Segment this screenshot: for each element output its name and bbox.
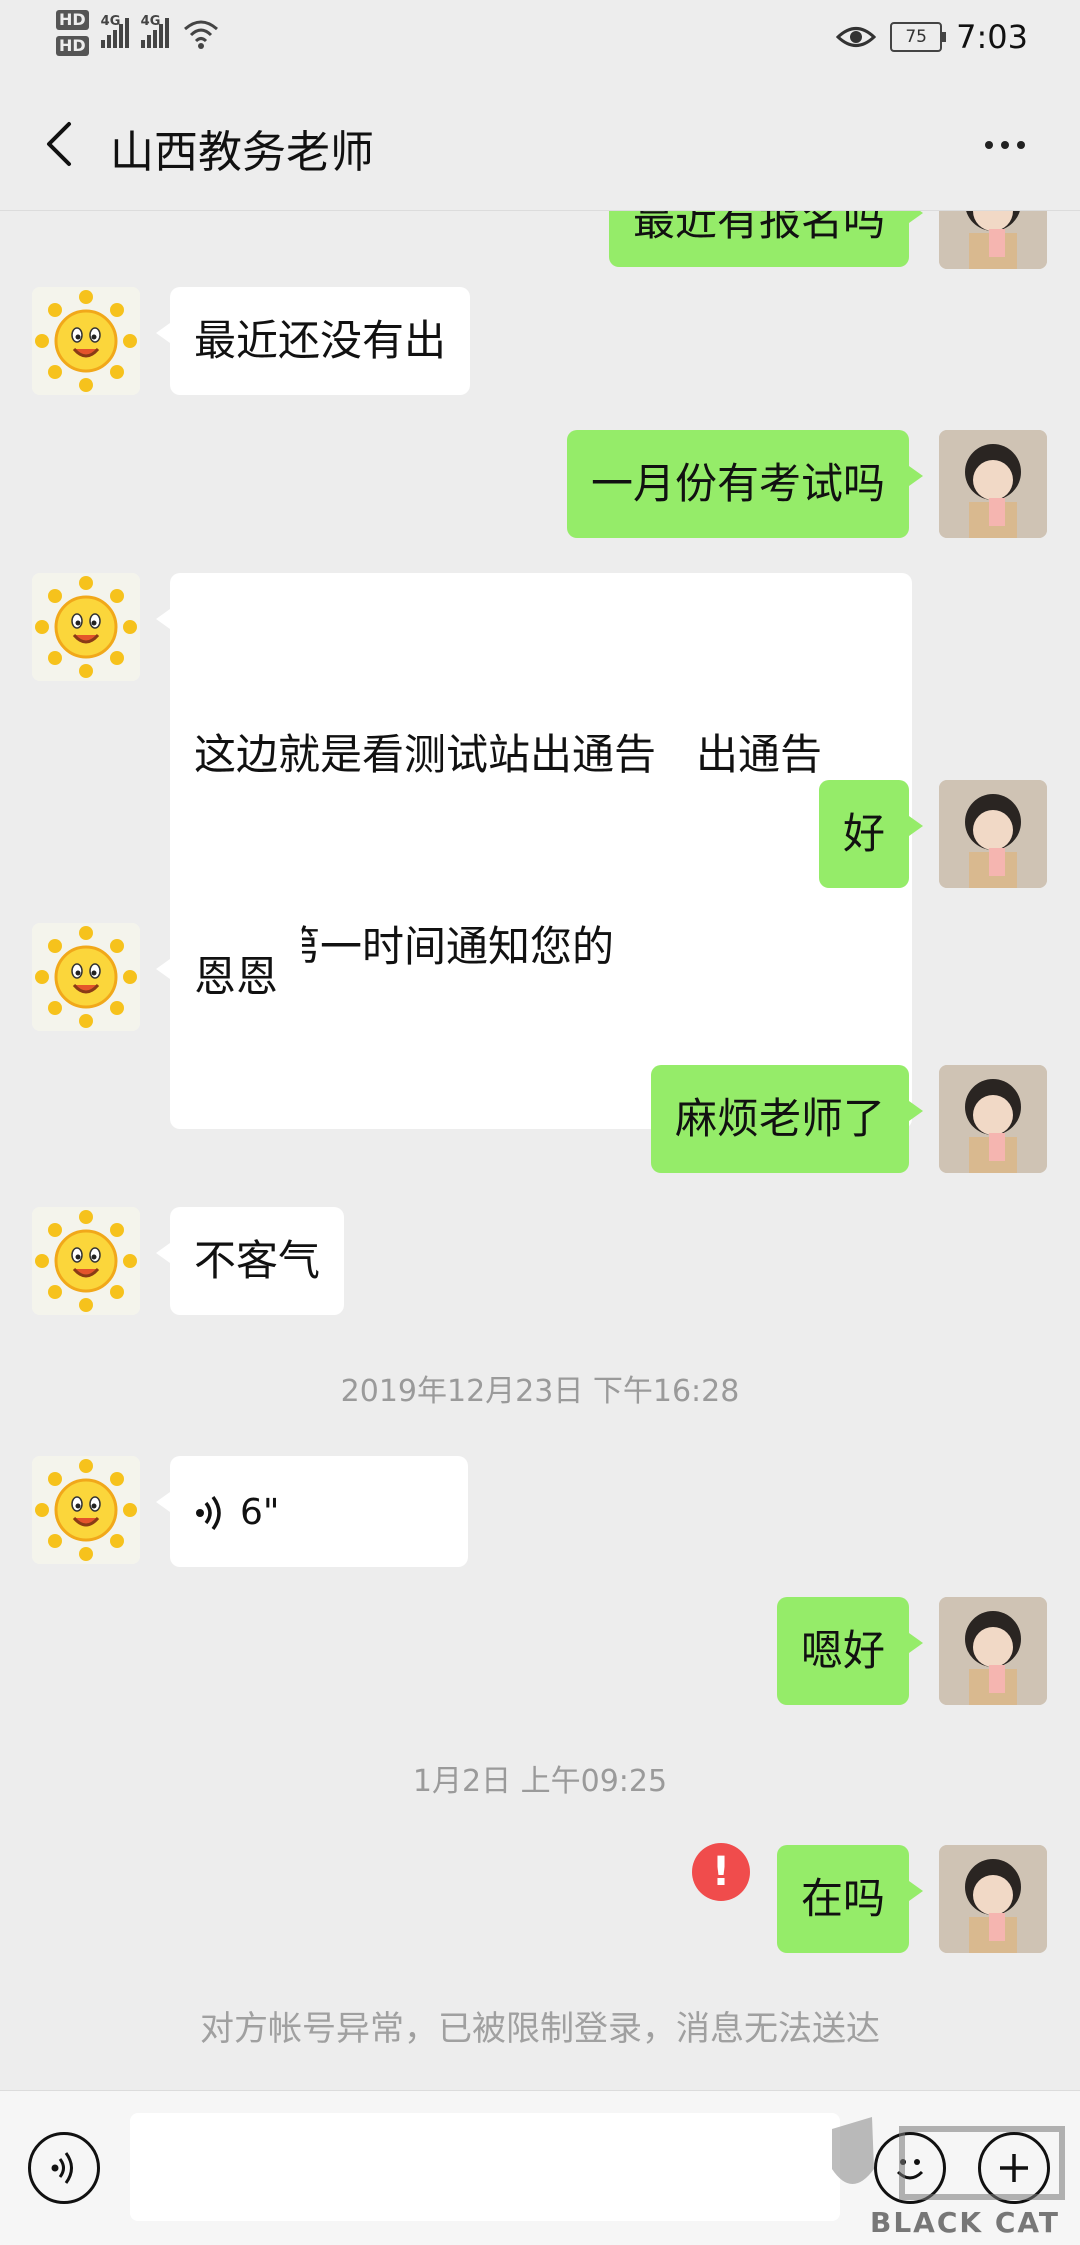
hd-badge-2: HD [56,36,89,56]
message-bubble-incoming[interactable]: 这边就是看测试站出通告 出通告 我会第一时间通知您的 [156,573,912,1129]
message-bubble-outgoing[interactable]: 在吗 [776,1845,924,1953]
child-photo-icon [939,1597,1047,1705]
message-text: 最近有报名吗 [632,211,885,245]
avatar-contact[interactable] [32,573,140,681]
message-bubble-outgoing[interactable]: 麻烦老师了 [650,1065,924,1173]
child-photo-icon [939,211,1047,269]
message-text: 在吗 [800,1874,885,1923]
avatar-self[interactable] [939,1065,1047,1173]
battery-icon: 75 [890,22,947,52]
child-photo-icon [939,1065,1047,1173]
more-options-button[interactable] [970,120,1040,170]
hd-badge-1: HD [56,10,89,30]
clock: 7:03 [956,18,1028,56]
avatar-contact[interactable] [32,1207,140,1315]
watermark-text: BLACK CAT [870,2206,1060,2239]
avatar-self[interactable] [939,1597,1047,1705]
avatar-self[interactable] [939,430,1047,538]
signal-icon-2: 4G [140,14,169,48]
child-photo-icon [939,780,1047,888]
avatar-self[interactable] [939,211,1047,269]
network-label-1: 4G [100,14,121,29]
sun-face-icon [32,923,140,1031]
message-bubble-incoming[interactable]: 恩恩 [155,923,303,1031]
avatar-contact[interactable] [32,287,140,395]
message-bubble-outgoing[interactable]: 好 [818,780,924,888]
chat-title: 山西教务老师 [110,127,374,178]
voice-icon [51,2152,73,2184]
message-text: 嗯好 [800,1626,885,1675]
voice-message-bubble[interactable]: 6" [156,1456,468,1567]
message-bubble-incoming[interactable]: 最近还没有出 [155,287,471,395]
battery-level: 75 [905,27,927,47]
timestamp: 2019年12月23日 下午16:28 [340,1374,740,1409]
status-right: 75 7:03 [836,18,1028,56]
message-text: 好 [842,809,885,858]
chevron-left-icon [47,122,71,166]
message-bubble-outgoing[interactable]: 嗯好 [776,1597,924,1705]
avatar-contact[interactable] [32,923,140,1031]
sun-face-icon [32,287,140,395]
message-bubble-outgoing[interactable]: 最近有报名吗 [608,211,924,267]
message-input[interactable] [130,2113,840,2221]
hd-indicators: HD HD [56,10,89,56]
message-text-line-1: 这边就是看测试站出通告 出通告 [194,730,823,779]
message-text: 恩恩 [194,952,279,1001]
status-bar: HD HD 4G 4G 75 7:03 [0,0,1080,80]
avatar-self[interactable] [939,1845,1047,1953]
sun-face-icon [32,1207,140,1315]
sun-face-icon [32,1456,140,1564]
voice-wave-icon [196,1495,221,1530]
child-photo-icon [939,1845,1047,1953]
avatar-self[interactable] [939,780,1047,888]
voice-input-button[interactable] [28,2132,100,2204]
send-failed-icon[interactable]: ! [692,1843,750,1901]
message-text: 一月份有考试吗 [590,459,885,508]
signal-icon-1: 4G [100,14,129,48]
child-photo-icon [939,430,1047,538]
message-text: 不客气 [194,1236,321,1285]
message-bubble-incoming[interactable]: 不客气 [155,1207,345,1315]
more-dot-icon [985,141,993,149]
back-button[interactable] [30,116,86,172]
eye-icon [836,27,877,47]
message-list[interactable]: 最近有报名吗 最近还没有出 一月份有考试吗 这边就是看测试站出通告 出通告 我会… [0,211,1080,2090]
avatar-contact[interactable] [32,1456,140,1564]
status-left: HD HD 4G 4G [56,10,221,56]
voice-duration: 6" [240,1492,280,1533]
timestamp: 1月2日 上午09:25 [412,1764,668,1799]
message-bubble-outgoing[interactable]: 一月份有考试吗 [566,430,924,538]
network-label-2: 4G [140,14,161,29]
wifi-icon [183,20,218,49]
input-bar: BLACK CAT [0,2090,1080,2245]
message-text: 最近还没有出 [194,316,447,365]
chat-header: 山西教务老师 [0,80,1080,211]
sun-face-icon [32,573,140,681]
system-notice: 对方帐号异常，已被限制登录，消息无法送达 [200,2009,880,2049]
message-text: 麻烦老师了 [674,1094,885,1143]
